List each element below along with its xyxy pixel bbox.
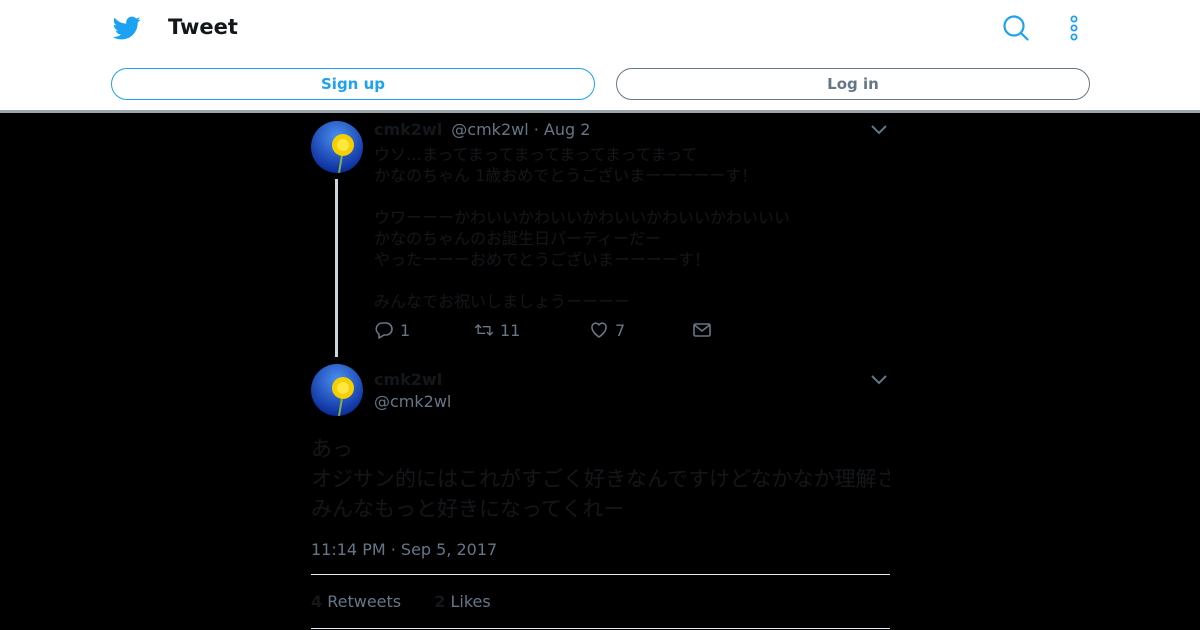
user-handle[interactable]: @cmk2wl [374,392,451,411]
tweet-text-line: かなのちゃんのお誕生日パーティーだー [374,229,662,248]
dandelion-avatar-image [311,121,363,173]
more-options-icon[interactable] [1064,14,1084,42]
signup-button[interactable]: Sign up [111,68,595,100]
display-name[interactable]: cmk2wl [374,370,442,389]
search-icon[interactable] [1002,14,1030,42]
tweet-actions: 1 11 7 [374,320,734,344]
reply-tweet-header: cmk2wl @cmk2wl · Aug 2 [374,120,590,139]
tweet-thread: cmk2wl @cmk2wl · Aug 2 ウソ…まってまってまってまってまっ… [311,116,890,630]
avatar[interactable] [311,121,363,173]
tweet-text-line: かなのちゃん 1歳おめでとうございまーーーーーす！ [374,166,758,185]
tweet-stats: 4 Retweets 2 Likes [311,592,491,611]
retweet-count: 11 [500,320,521,340]
chevron-down-icon[interactable] [869,372,889,388]
retweets-label: Retweets [327,592,402,611]
heart-icon [591,322,607,338]
top-bar: Tweet Sign up Log in [0,0,1200,113]
main-tweet-text: あっ オジサン的にはこれがすごく好きなんですけどなかなか理解されなくて悲しい時が… [311,434,890,524]
tweet-text-line: みんなもっと好きになってくれー [311,497,625,521]
likes-count: 2 [434,592,446,611]
tweet-text-line: やったーーーおめでとうございまーーーーす！ [374,250,711,269]
reply-button[interactable]: 1 [374,320,410,340]
user-handle[interactable]: @cmk2wl [451,120,528,139]
envelope-icon [693,323,711,337]
display-name[interactable]: cmk2wl [374,120,442,139]
tweet-text-line: あっ [311,437,353,461]
thread-connector-line [335,179,338,357]
likes-stat[interactable]: 2 Likes [434,592,490,611]
tweet-text-line: ウソ…まってまってまってまってまってまって [374,145,698,164]
tweet-timestamp[interactable]: 11:14 PM · Sep 5, 2017 [311,540,497,559]
reply-count: 1 [400,320,411,340]
reply-tweet-text: ウソ…まってまってまってまってまってまって かなのちゃん 1歳おめでとうございま… [374,144,854,312]
tweet-text-line [374,270,854,291]
retweet-icon [475,324,493,336]
like-count: 7 [615,320,626,340]
tweet-text-line [374,186,854,207]
retweets-stat[interactable]: 4 Retweets [311,592,401,611]
retweets-count: 4 [311,592,323,611]
like-button[interactable]: 7 [589,320,625,340]
tweet-text-line: ウワーーーかわいいかわいいかわいいかわいいかわいいい [374,208,791,227]
tweet-text-line: オジサン的にはこれがすごく好きなんですけどなかなか理解されなくて悲しい時があるの… [311,467,890,491]
separator: · [528,120,544,139]
tweet-text-line: みんなでお祝いしましょうーーーー [374,292,631,311]
divider [311,574,890,575]
dandelion-avatar-image [311,364,363,416]
reply-icon [375,322,393,339]
page-title: Tweet [168,15,238,39]
tweet-date[interactable]: Aug 2 [544,120,591,139]
direct-message-button[interactable] [692,320,718,340]
chevron-down-icon[interactable] [869,122,889,138]
twitter-bird-icon[interactable] [112,14,142,42]
retweet-button[interactable]: 11 [474,320,520,340]
avatar[interactable] [311,364,363,416]
login-button[interactable]: Log in [616,68,1090,100]
divider [311,628,890,629]
likes-label: Likes [450,592,491,611]
